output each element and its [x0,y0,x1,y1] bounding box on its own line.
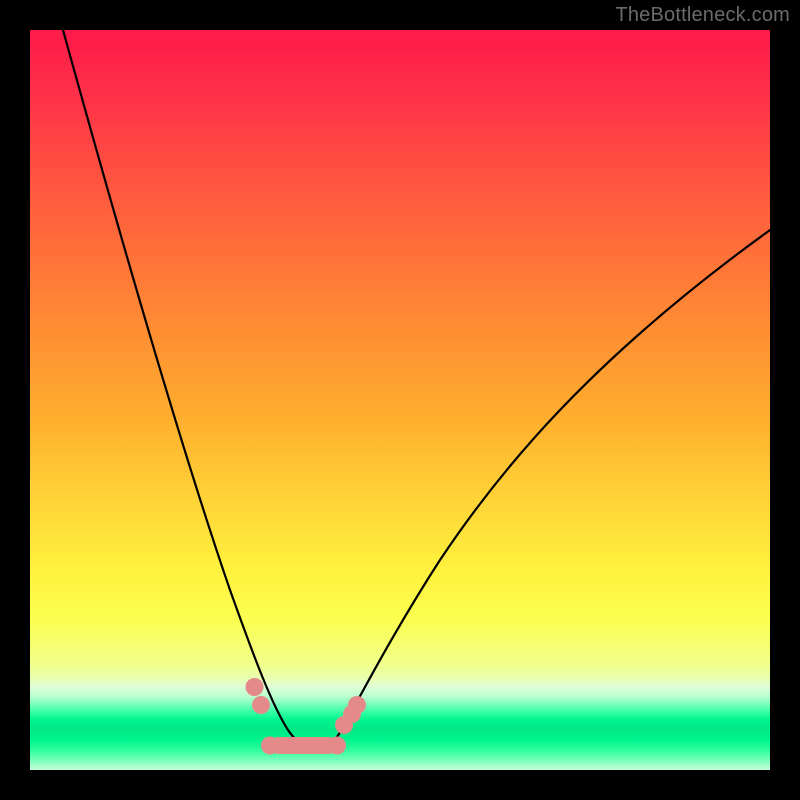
curve-path [63,30,770,748]
marker-bar-end [261,737,279,755]
marker-dot [246,678,264,696]
bottleneck-curve [30,30,770,770]
marker-bar-end [328,737,346,755]
watermark: TheBottleneck.com [615,4,790,27]
marker-dot [348,696,366,714]
marker-bar [270,737,337,754]
plot-area [30,30,770,770]
frame: TheBottleneck.com [0,0,800,800]
marker-dot [252,696,270,714]
